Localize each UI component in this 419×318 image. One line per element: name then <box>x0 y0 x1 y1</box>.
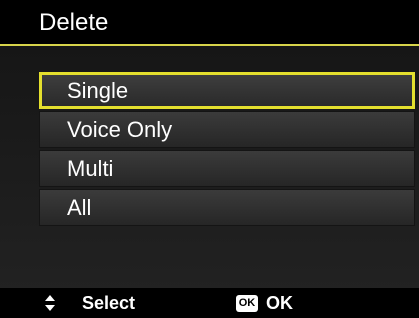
up-down-arrows-icon <box>45 295 55 311</box>
menu-item-all[interactable]: All <box>39 189 415 226</box>
title-bar: Delete <box>0 0 419 46</box>
menu-item-voice-only[interactable]: Voice Only <box>39 111 415 148</box>
bottom-hint-bar: Select OK OK <box>0 288 419 318</box>
menu-item-multi[interactable]: Multi <box>39 150 415 187</box>
ok-hint-label: OK <box>266 293 293 313</box>
menu-item-single[interactable]: Single <box>39 72 415 109</box>
ok-button-icon: OK <box>236 295 258 312</box>
page-title: Delete <box>39 9 109 36</box>
select-hint-label: Select <box>82 293 136 313</box>
camera-delete-screen: Delete Single Voice Only Multi All Selec… <box>0 0 419 318</box>
